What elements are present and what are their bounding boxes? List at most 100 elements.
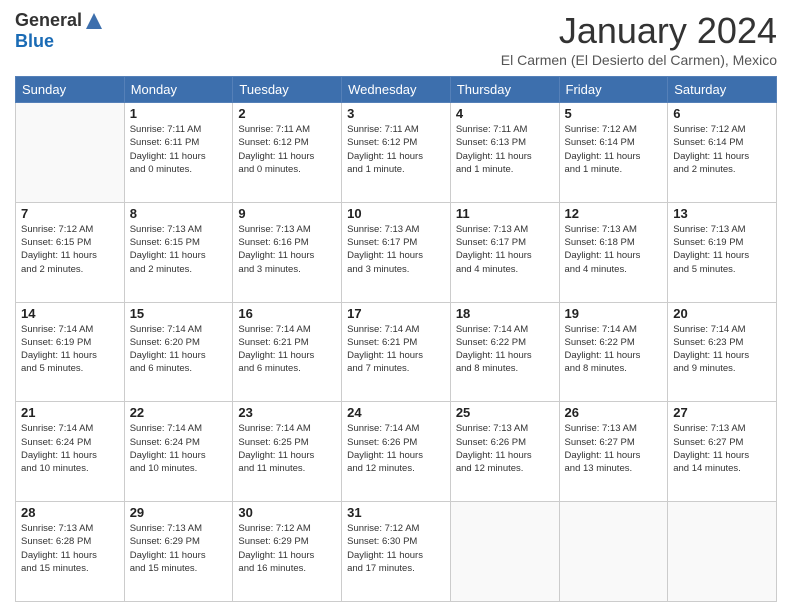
day-info: Sunrise: 7:12 AM Sunset: 6:14 PM Dayligh… xyxy=(673,123,771,176)
day-cell: 27 Sunrise: 7:13 AM Sunset: 6:27 PM Dayli… xyxy=(668,402,777,502)
day-cell: 7 Sunrise: 7:12 AM Sunset: 6:15 PM Daylig… xyxy=(16,202,125,302)
day-cell: 19 Sunrise: 7:14 AM Sunset: 6:22 PM Dayli… xyxy=(559,302,668,402)
day-info: Sunrise: 7:14 AM Sunset: 6:22 PM Dayligh… xyxy=(565,323,663,376)
day-cell: 6 Sunrise: 7:12 AM Sunset: 6:14 PM Daylig… xyxy=(668,103,777,203)
day-number: 3 xyxy=(347,106,445,121)
day-info: Sunrise: 7:14 AM Sunset: 6:20 PM Dayligh… xyxy=(130,323,228,376)
day-number: 15 xyxy=(130,306,228,321)
day-cell xyxy=(559,502,668,602)
logo-general-text: General xyxy=(15,10,82,31)
logo-area: General Blue xyxy=(15,10,104,52)
logo-blue-text: Blue xyxy=(15,31,54,52)
logo: General xyxy=(15,10,104,31)
day-number: 28 xyxy=(21,505,119,520)
day-number: 24 xyxy=(347,405,445,420)
day-number: 7 xyxy=(21,206,119,221)
day-cell: 24 Sunrise: 7:14 AM Sunset: 6:26 PM Dayli… xyxy=(342,402,451,502)
day-number: 4 xyxy=(456,106,554,121)
day-cell: 10 Sunrise: 7:13 AM Sunset: 6:17 PM Dayli… xyxy=(342,202,451,302)
month-title: January 2024 xyxy=(501,10,777,52)
header-cell-friday: Friday xyxy=(559,77,668,103)
day-cell: 18Sunrise: 7:14 AM Sunset: 6:22 PM Dayli… xyxy=(450,302,559,402)
day-cell: 2 Sunrise: 7:11 AM Sunset: 6:12 PM Daylig… xyxy=(233,103,342,203)
day-number: 2 xyxy=(238,106,336,121)
day-info: Sunrise: 7:12 AM Sunset: 6:29 PM Dayligh… xyxy=(238,522,336,575)
day-cell: 11 Sunrise: 7:13 AM Sunset: 6:17 PM Dayli… xyxy=(450,202,559,302)
day-info: Sunrise: 7:13 AM Sunset: 6:15 PM Dayligh… xyxy=(130,223,228,276)
day-number: 31 xyxy=(347,505,445,520)
day-cell: 21 Sunrise: 7:14 AM Sunset: 6:24 PM Dayli… xyxy=(16,402,125,502)
calendar-table: SundayMondayTuesdayWednesdayThursdayFrid… xyxy=(15,76,777,602)
day-cell: 25 Sunrise: 7:13 AM Sunset: 6:26 PM Dayli… xyxy=(450,402,559,502)
day-number: 14 xyxy=(21,306,119,321)
day-number: 29 xyxy=(130,505,228,520)
header: General Blue January 2024 El Carmen (El … xyxy=(15,10,777,68)
header-cell-tuesday: Tuesday xyxy=(233,77,342,103)
day-info: Sunrise: 7:13 AM Sunset: 6:17 PM Dayligh… xyxy=(456,223,554,276)
week-row-2: 7 Sunrise: 7:12 AM Sunset: 6:15 PM Daylig… xyxy=(16,202,777,302)
day-info: Sunrise: 7:14 AM Sunset: 6:25 PM Dayligh… xyxy=(238,422,336,475)
day-info: Sunrise: 7:14 AM Sunset: 6:24 PM Dayligh… xyxy=(21,422,119,475)
day-cell: 17Sunrise: 7:14 AM Sunset: 6:21 PM Dayli… xyxy=(342,302,451,402)
day-cell: 15 Sunrise: 7:14 AM Sunset: 6:20 PM Dayli… xyxy=(124,302,233,402)
day-cell: 14 Sunrise: 7:14 AM Sunset: 6:19 PM Dayli… xyxy=(16,302,125,402)
day-number: 17 xyxy=(347,306,445,321)
day-cell: 8 Sunrise: 7:13 AM Sunset: 6:15 PM Daylig… xyxy=(124,202,233,302)
day-number: 23 xyxy=(238,405,336,420)
day-info: Sunrise: 7:14 AM Sunset: 6:24 PM Dayligh… xyxy=(130,422,228,475)
day-number: 13 xyxy=(673,206,771,221)
day-info: Sunrise: 7:12 AM Sunset: 6:14 PM Dayligh… xyxy=(565,123,663,176)
day-cell xyxy=(668,502,777,602)
day-info: Sunrise: 7:13 AM Sunset: 6:29 PM Dayligh… xyxy=(130,522,228,575)
day-number: 5 xyxy=(565,106,663,121)
week-row-4: 21 Sunrise: 7:14 AM Sunset: 6:24 PM Dayli… xyxy=(16,402,777,502)
header-cell-saturday: Saturday xyxy=(668,77,777,103)
day-cell: 23 Sunrise: 7:14 AM Sunset: 6:25 PM Dayli… xyxy=(233,402,342,502)
day-cell: 16 Sunrise: 7:14 AM Sunset: 6:21 PM Dayli… xyxy=(233,302,342,402)
header-row: SundayMondayTuesdayWednesdayThursdayFrid… xyxy=(16,77,777,103)
day-number: 25 xyxy=(456,405,554,420)
header-cell-thursday: Thursday xyxy=(450,77,559,103)
day-number: 27 xyxy=(673,405,771,420)
day-number: 11 xyxy=(456,206,554,221)
day-info: Sunrise: 7:14 AM Sunset: 6:19 PM Dayligh… xyxy=(21,323,119,376)
day-info: Sunrise: 7:11 AM Sunset: 6:12 PM Dayligh… xyxy=(238,123,336,176)
day-number: 6 xyxy=(673,106,771,121)
day-cell: 31 Sunrise: 7:12 AM Sunset: 6:30 PM Dayli… xyxy=(342,502,451,602)
day-number: 8 xyxy=(130,206,228,221)
day-info: Sunrise: 7:13 AM Sunset: 6:16 PM Dayligh… xyxy=(238,223,336,276)
day-number: 16 xyxy=(238,306,336,321)
week-row-3: 14 Sunrise: 7:14 AM Sunset: 6:19 PM Dayli… xyxy=(16,302,777,402)
day-info: Sunrise: 7:11 AM Sunset: 6:13 PM Dayligh… xyxy=(456,123,554,176)
week-row-1: 1Sunrise: 7:11 AM Sunset: 6:11 PM Daylig… xyxy=(16,103,777,203)
day-cell xyxy=(450,502,559,602)
header-cell-monday: Monday xyxy=(124,77,233,103)
day-cell: 29 Sunrise: 7:13 AM Sunset: 6:29 PM Dayli… xyxy=(124,502,233,602)
day-info: Sunrise: 7:14 AM Sunset: 6:22 PM Dayligh… xyxy=(456,323,554,376)
day-info: Sunrise: 7:14 AM Sunset: 6:21 PM Dayligh… xyxy=(238,323,336,376)
day-cell: 28Sunrise: 7:13 AM Sunset: 6:28 PM Dayli… xyxy=(16,502,125,602)
subtitle: El Carmen (El Desierto del Carmen), Mexi… xyxy=(501,52,777,68)
day-number: 10 xyxy=(347,206,445,221)
day-info: Sunrise: 7:14 AM Sunset: 6:26 PM Dayligh… xyxy=(347,422,445,475)
day-info: Sunrise: 7:12 AM Sunset: 6:15 PM Dayligh… xyxy=(21,223,119,276)
day-number: 22 xyxy=(130,405,228,420)
day-number: 19 xyxy=(565,306,663,321)
day-info: Sunrise: 7:11 AM Sunset: 6:11 PM Dayligh… xyxy=(130,123,228,176)
day-cell: 22 Sunrise: 7:14 AM Sunset: 6:24 PM Dayli… xyxy=(124,402,233,502)
logo-icon xyxy=(84,11,104,31)
day-info: Sunrise: 7:12 AM Sunset: 6:30 PM Dayligh… xyxy=(347,522,445,575)
day-cell: 1Sunrise: 7:11 AM Sunset: 6:11 PM Daylig… xyxy=(124,103,233,203)
header-cell-sunday: Sunday xyxy=(16,77,125,103)
day-number: 21 xyxy=(21,405,119,420)
page: General Blue January 2024 El Carmen (El … xyxy=(0,0,792,612)
day-number: 26 xyxy=(565,405,663,420)
day-info: Sunrise: 7:13 AM Sunset: 6:17 PM Dayligh… xyxy=(347,223,445,276)
day-cell xyxy=(16,103,125,203)
day-cell: 3 Sunrise: 7:11 AM Sunset: 6:12 PM Daylig… xyxy=(342,103,451,203)
day-info: Sunrise: 7:11 AM Sunset: 6:12 PM Dayligh… xyxy=(347,123,445,176)
day-info: Sunrise: 7:13 AM Sunset: 6:27 PM Dayligh… xyxy=(673,422,771,475)
day-info: Sunrise: 7:13 AM Sunset: 6:26 PM Dayligh… xyxy=(456,422,554,475)
day-info: Sunrise: 7:13 AM Sunset: 6:27 PM Dayligh… xyxy=(565,422,663,475)
day-info: Sunrise: 7:13 AM Sunset: 6:18 PM Dayligh… xyxy=(565,223,663,276)
